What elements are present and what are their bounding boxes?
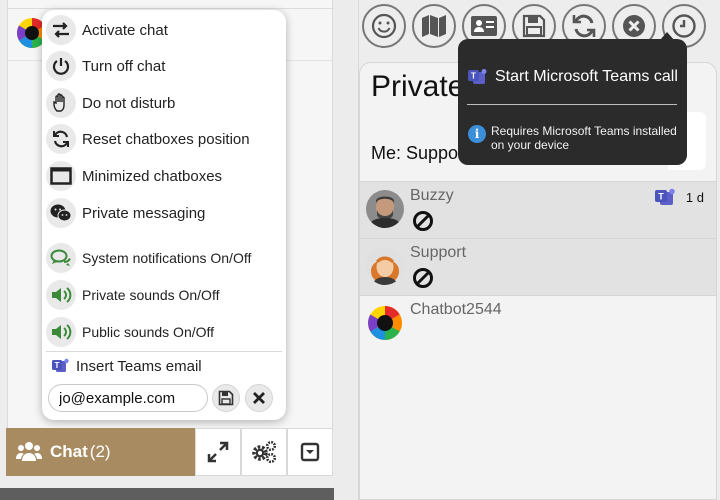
avatar bbox=[366, 304, 404, 342]
divider bbox=[46, 351, 282, 352]
info-icon: i bbox=[468, 125, 486, 143]
close-icon bbox=[253, 392, 265, 404]
expand-button[interactable] bbox=[195, 428, 241, 476]
wechat-icon bbox=[46, 198, 76, 228]
svg-text:T: T bbox=[55, 361, 60, 370]
menu-item-label: Reset chatboxes position bbox=[82, 130, 250, 148]
speaker-icon bbox=[46, 317, 76, 347]
contact-name: Support bbox=[410, 244, 467, 261]
teams-icon: T bbox=[655, 188, 675, 205]
teams-email-label: Insert Teams email bbox=[76, 357, 202, 375]
contact-row[interactable]: Buzzy T 1 d bbox=[360, 181, 716, 238]
speaker-icon bbox=[46, 280, 76, 310]
teams-call-tooltip: T Start Microsoft Teams call i Requires … bbox=[458, 39, 687, 165]
blocked-icon bbox=[413, 268, 433, 288]
tooltip-note: Requires Microsoft Teams installed on yo… bbox=[491, 124, 677, 152]
menu-item-private-sounds[interactable]: Private sounds On/Off bbox=[46, 278, 282, 312]
menu-item-label: Activate chat bbox=[82, 21, 168, 39]
teams-icon: T bbox=[52, 358, 69, 372]
settings-button[interactable] bbox=[241, 428, 287, 476]
comments-icon bbox=[46, 243, 76, 273]
menu-item-activate-chat[interactable]: Activate chat bbox=[46, 13, 282, 47]
hand-icon bbox=[46, 88, 76, 118]
teams-call-button[interactable]: T bbox=[654, 188, 676, 210]
users-icon bbox=[16, 442, 42, 461]
smiley-icon bbox=[371, 13, 397, 39]
chat-tab[interactable]: Chat (2) bbox=[6, 428, 195, 476]
teams-icon: T bbox=[468, 69, 487, 84]
current-user-line: Me: Suppo bbox=[371, 143, 459, 163]
avatar bbox=[366, 247, 404, 285]
chat-tab-label: Chat bbox=[50, 442, 88, 461]
map-button[interactable] bbox=[412, 4, 456, 48]
menu-item-label: Minimized chatboxes bbox=[82, 167, 223, 185]
refresh-icon bbox=[46, 124, 76, 154]
chat-settings-menu: Activate chat Turn off chat Do not distu… bbox=[42, 10, 286, 420]
emoji-button[interactable] bbox=[362, 4, 406, 48]
contact-name: Buzzy bbox=[410, 187, 454, 204]
svg-text:T: T bbox=[471, 72, 476, 81]
teams-email-input[interactable] bbox=[48, 384, 208, 412]
menu-item-system-notifications[interactable]: System notifications On/Off bbox=[46, 241, 282, 275]
divider bbox=[467, 104, 677, 105]
menu-item-reset-position[interactable]: Reset chatboxes position bbox=[46, 122, 282, 156]
page-title: Private bbox=[371, 70, 465, 103]
menu-item-label: Do not disturb bbox=[82, 94, 176, 112]
divider bbox=[8, 8, 334, 9]
menu-item-label: Private messaging bbox=[82, 204, 206, 222]
contact-row[interactable]: Support bbox=[360, 238, 716, 295]
clear-email-button[interactable] bbox=[245, 384, 273, 412]
expand-icon bbox=[207, 441, 229, 463]
id-card-icon bbox=[471, 16, 497, 36]
menu-item-label: Private sounds On/Off bbox=[82, 287, 220, 303]
avatar bbox=[366, 190, 404, 228]
screen: Activate chat Turn off chat Do not distu… bbox=[0, 0, 720, 500]
close-circle-icon bbox=[623, 15, 645, 37]
menu-item-do-not-disturb[interactable]: Do not disturb bbox=[46, 86, 282, 120]
tooltip-title: Start Microsoft Teams call bbox=[495, 68, 678, 85]
blocked-icon bbox=[413, 211, 433, 231]
map-icon bbox=[422, 15, 446, 37]
menu-item-turn-off-chat[interactable]: Turn off chat bbox=[46, 49, 282, 83]
bottom-strip bbox=[0, 488, 334, 500]
contact-name: Chatbot2544 bbox=[410, 301, 502, 318]
menu-item-private-messaging[interactable]: Private messaging bbox=[46, 196, 282, 230]
power-icon bbox=[46, 51, 76, 81]
svg-text:T: T bbox=[658, 192, 664, 202]
menu-item-label: Public sounds On/Off bbox=[82, 324, 215, 340]
swap-arrows-icon bbox=[46, 15, 76, 45]
menu-item-minimized-chatboxes[interactable]: Minimized chatboxes bbox=[46, 159, 282, 193]
chatbot-avatar-icon bbox=[368, 306, 402, 340]
teams-email-label-row: T Insert Teams email bbox=[52, 355, 202, 377]
contact-row[interactable]: Chatbot2544 bbox=[360, 295, 716, 352]
clock-icon bbox=[672, 14, 696, 38]
menu-item-public-sounds[interactable]: Public sounds On/Off bbox=[46, 315, 282, 349]
save-email-button[interactable] bbox=[212, 384, 240, 412]
refresh-icon bbox=[572, 14, 596, 38]
minimize-box-icon bbox=[300, 442, 320, 462]
floppy-disk-icon bbox=[218, 390, 234, 406]
menu-item-label: Turn off chat bbox=[82, 57, 166, 75]
floppy-disk-icon bbox=[522, 14, 546, 38]
minimize-button[interactable] bbox=[287, 428, 333, 476]
last-seen-time: 1 d bbox=[685, 190, 704, 205]
window-icon bbox=[46, 161, 76, 191]
menu-item-label: System notifications On/Off bbox=[82, 250, 252, 266]
chat-count: (2) bbox=[89, 442, 111, 461]
gears-icon bbox=[252, 440, 277, 464]
